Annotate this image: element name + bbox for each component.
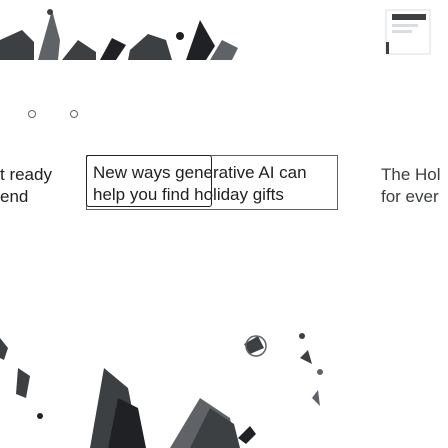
focused-card[interactable]: New ways generative AI can help you find…	[86, 155, 338, 210]
card-title-right[interactable]: The Hol for ever	[381, 164, 448, 208]
card-title-focused: New ways generative AI can help you find…	[93, 163, 307, 204]
card-title-right-text: The Hol for ever	[381, 165, 441, 206]
gift-shapes-illustration-icon	[0, 333, 323, 448]
carousel-dot-2[interactable]	[70, 110, 78, 118]
card-title-left-text: t ready end	[0, 165, 52, 206]
holiday-illustration-icon	[0, 9, 431, 60]
card-title-left[interactable]: t ready end	[0, 164, 76, 208]
carousel-dot-1[interactable]	[28, 110, 36, 118]
